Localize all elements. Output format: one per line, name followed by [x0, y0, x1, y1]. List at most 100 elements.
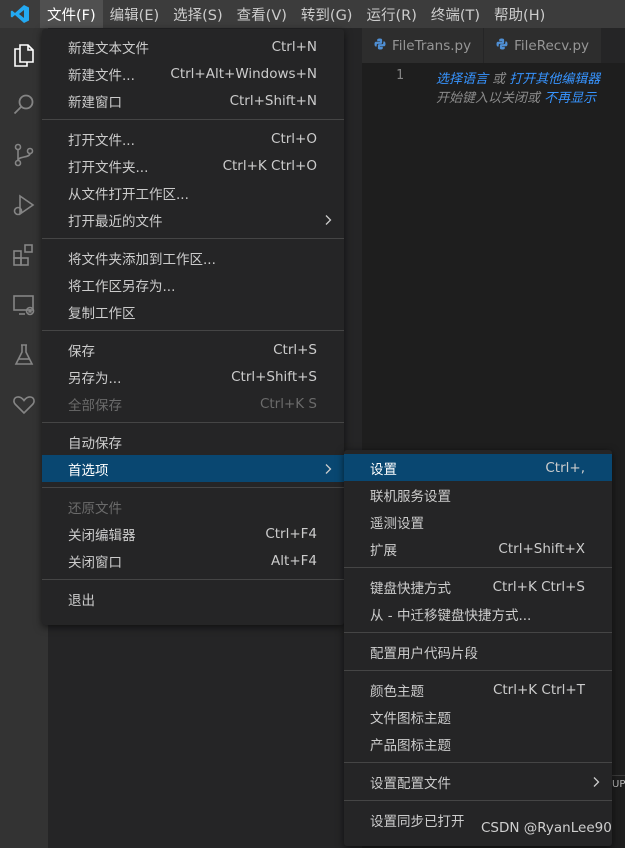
menu-item-label: 设置配置文件: [370, 775, 451, 792]
menu-item-label: 颜色主题: [370, 683, 424, 700]
menu-item[interactable]: 复制工作区: [42, 298, 344, 325]
menu-item[interactable]: 保存 Ctrl+S: [42, 336, 344, 363]
menu-item-label: 新建窗口: [68, 94, 122, 111]
menu-item[interactable]: 新建窗口 Ctrl+Shift+N: [42, 87, 344, 114]
menu-item-label: 新建文本文件: [68, 40, 149, 57]
tab-filerecv[interactable]: FileRecv.py: [484, 28, 603, 63]
menubar-item[interactable]: 终端(T): [424, 0, 487, 28]
files-icon[interactable]: [8, 39, 40, 71]
menubar-item[interactable]: 查看(V): [230, 0, 294, 28]
menubar-item[interactable]: 文件(F): [40, 0, 103, 28]
menu-separator: [42, 330, 344, 331]
menu-item[interactable]: 将工作区另存为...: [42, 271, 344, 298]
panel-label: UP: [612, 779, 625, 790]
menubar: 文件(F) 编辑(E) 选择(S) 查看(V) 转到(G) 运行(R) 终端(T) 帮助(H): [0, 0, 625, 28]
editor-hint-line2: 开始键入以关闭或 不再显示: [436, 87, 596, 106]
heart-icon[interactable]: [8, 389, 40, 421]
hint-text: 开始键入以关闭或: [436, 91, 545, 106]
menu-item[interactable]: 另存为... Ctrl+Shift+S: [42, 363, 344, 390]
menu-item[interactable]: 文件图标主题: [344, 703, 612, 730]
menu-item-label: 将文件夹添加到工作区...: [68, 251, 216, 268]
open-other-editor-link[interactable]: 打开其他编辑器: [509, 72, 600, 87]
menubar-item[interactable]: 选择(S): [166, 0, 230, 28]
menu-item-label: 联机服务设置: [370, 488, 451, 505]
menu-item[interactable]: 关闭窗口 Alt+F4: [42, 547, 344, 574]
menu-item-label: 关闭窗口: [68, 554, 122, 571]
chevron-right-icon: [324, 455, 332, 482]
menu-item-shortcut: Ctrl+Shift+S: [231, 368, 317, 385]
menubar-item[interactable]: 帮助(H): [487, 0, 552, 28]
menu-item-label: 从文件打开工作区...: [68, 186, 189, 203]
menu-item[interactable]: 自动保存: [42, 428, 344, 455]
extensions-icon[interactable]: [8, 239, 40, 271]
menu-item[interactable]: 从 - 中迁移键盘快捷方式...: [344, 600, 612, 627]
chevron-right-icon: [592, 768, 600, 795]
menu-item[interactable]: 设置配置文件: [344, 768, 612, 795]
run-debug-icon[interactable]: [8, 189, 40, 221]
menu-item-shortcut: Ctrl+Alt+Windows+N: [170, 65, 317, 82]
menu-item-label: 打开最近的文件: [68, 213, 163, 230]
menu-item-label: 新建文件...: [68, 67, 135, 84]
dont-show-again-link[interactable]: 不再显示: [544, 91, 596, 106]
menu-item[interactable]: 设置 Ctrl+,: [344, 454, 612, 481]
remote-explorer-icon[interactable]: [8, 289, 40, 321]
menu-item[interactable]: 打开文件... Ctrl+O: [42, 125, 344, 152]
menu-item-shortcut: Ctrl+F4: [265, 525, 317, 542]
menubar-item[interactable]: 编辑(E): [103, 0, 166, 28]
preferences-submenu: 设置 Ctrl+, 联机服务设置遥测设置 扩展 Ctrl+Shift+X 键盘快捷方式 Ct…: [344, 450, 612, 846]
menu-item[interactable]: 产品图标主题: [344, 730, 612, 757]
menu-item[interactable]: 关闭编辑器 Ctrl+F4: [42, 520, 344, 547]
menu-separator: [344, 567, 612, 568]
file-menu: 新建文本文件 Ctrl+N 新建文件... Ctrl+Alt+Windows+N 新建窗…: [42, 29, 344, 625]
menu-item[interactable]: 联机服务设置: [344, 481, 612, 508]
menu-item-label: 设置: [370, 461, 397, 478]
menubar-item[interactable]: 运行(R): [359, 0, 423, 28]
menu-item-label: 关闭编辑器: [68, 527, 136, 544]
menu-item[interactable]: 配置用户代码片段: [344, 638, 612, 665]
select-language-link[interactable]: 选择语言: [436, 72, 488, 87]
menu-item-label: 首选项: [68, 462, 109, 479]
menu-item-shortcut: Ctrl+N: [271, 38, 317, 55]
python-file-icon: [374, 38, 386, 54]
tab-label: FileRecv.py: [514, 37, 590, 54]
menu-item[interactable]: 新建文件... Ctrl+Alt+Windows+N: [42, 60, 344, 87]
tab-filetrans[interactable]: FileTrans.py: [362, 28, 485, 63]
menu-item-label: 打开文件夹...: [68, 159, 149, 176]
menu-item-shortcut: Ctrl+Shift+N: [229, 92, 317, 109]
python-file-icon: [496, 38, 508, 54]
menubar-item[interactable]: 转到(G): [294, 0, 360, 28]
menu-item-label: 退出: [68, 592, 95, 609]
menu-item-label: 另存为...: [68, 370, 122, 387]
menu-item-label: 产品图标主题: [370, 737, 451, 754]
chevron-right-icon: [324, 206, 332, 233]
editor-hint-line1: 选择语言 或 打开其他编辑器: [436, 68, 600, 87]
menu-item[interactable]: 打开最近的文件: [42, 206, 344, 233]
menu-item[interactable]: 键盘快捷方式 Ctrl+K Ctrl+S: [344, 573, 612, 600]
menu-item-shortcut: Ctrl+Shift+X: [498, 540, 585, 557]
activity-bar: [0, 28, 48, 848]
menu-item-label: 配置用户代码片段: [370, 645, 478, 662]
menu-item[interactable]: 首选项: [42, 455, 344, 482]
hint-text: 或: [488, 72, 510, 87]
menu-separator: [344, 632, 612, 633]
menu-item[interactable]: 遥测设置: [344, 508, 612, 535]
menu-item-label: 键盘快捷方式: [370, 580, 451, 597]
menu-item-shortcut: Ctrl+S: [273, 341, 317, 358]
source-control-icon[interactable]: [8, 139, 40, 171]
menu-item: 还原文件: [42, 493, 344, 520]
menu-item[interactable]: 扩展 Ctrl+Shift+X: [344, 535, 612, 562]
menu-item[interactable]: 退出: [42, 585, 344, 612]
menu-item[interactable]: 从文件打开工作区...: [42, 179, 344, 206]
menu-separator: [344, 670, 612, 671]
search-icon[interactable]: [8, 89, 40, 121]
menu-item-label: 文件图标主题: [370, 710, 451, 727]
menu-item-shortcut: Ctrl+K Ctrl+S: [492, 578, 585, 595]
menu-item[interactable]: 新建文本文件 Ctrl+N: [42, 33, 344, 60]
menu-item[interactable]: 将文件夹添加到工作区...: [42, 244, 344, 271]
menu-item[interactable]: 打开文件夹... Ctrl+K Ctrl+O: [42, 152, 344, 179]
menu-item: 全部保存 Ctrl+K S: [42, 390, 344, 417]
menu-item-shortcut: Ctrl+,: [545, 459, 585, 476]
testing-icon[interactable]: [8, 339, 40, 371]
menu-item[interactable]: 颜色主题 Ctrl+K Ctrl+T: [344, 676, 612, 703]
menu-item-label: 将工作区另存为...: [68, 278, 176, 295]
